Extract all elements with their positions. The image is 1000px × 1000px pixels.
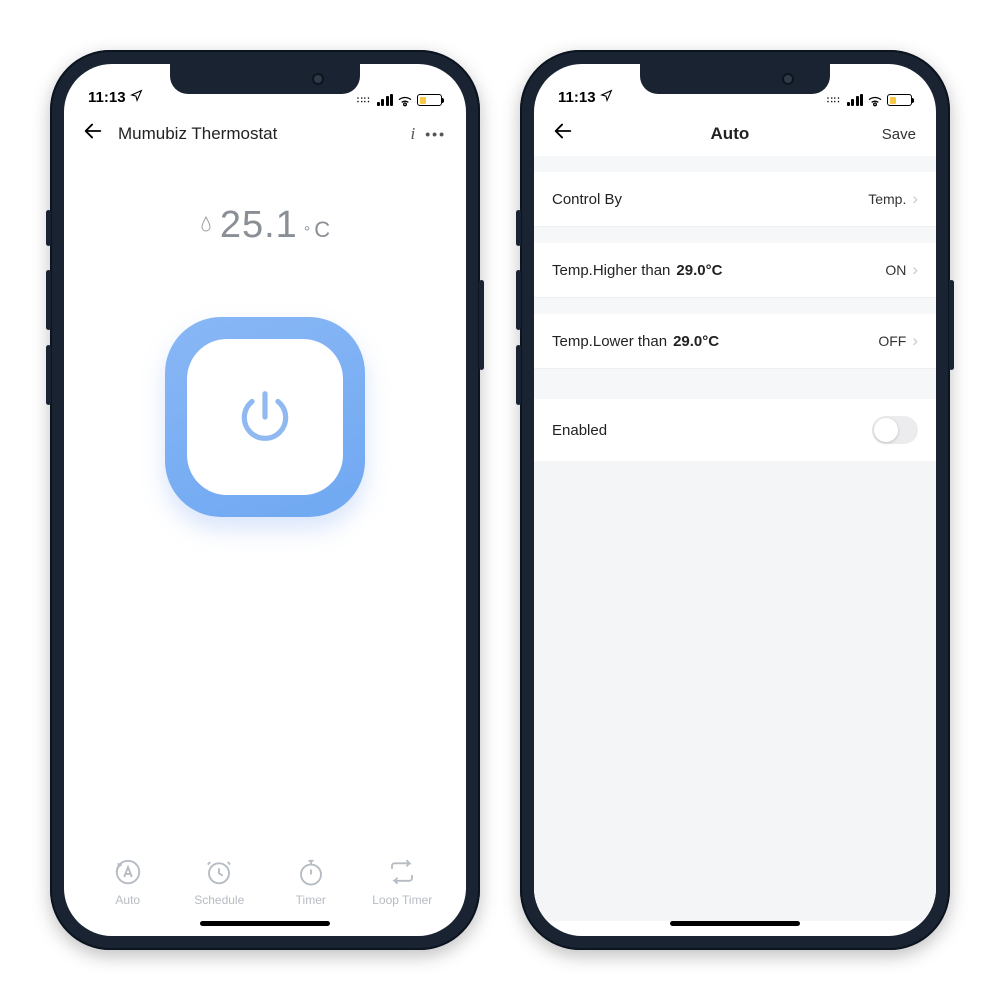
row-action: OFF <box>878 333 906 349</box>
row-label: Control By <box>552 191 868 208</box>
back-button[interactable] <box>82 120 108 148</box>
enabled-toggle[interactable] <box>872 416 918 444</box>
app-header: Auto Save <box>534 110 936 156</box>
chevron-right-icon: › <box>912 260 918 280</box>
nav-label: Auto <box>115 893 140 907</box>
stopwatch-icon <box>296 857 326 887</box>
wifi-icon <box>867 94 883 106</box>
humidity-icon <box>200 216 212 235</box>
row-enabled: Enabled <box>534 399 936 461</box>
row-action: ON <box>885 262 906 278</box>
battery-icon <box>887 94 912 106</box>
row-label: Temp.Lower than <box>552 333 667 350</box>
auto-icon <box>113 857 143 887</box>
dual-sim-icon: ∷∷ <box>357 96 370 105</box>
bottom-nav: Auto Schedule Timer Loop Timer <box>64 857 466 921</box>
cellular-icon <box>377 94 394 106</box>
nav-label: Timer <box>296 893 326 907</box>
status-time: 11:13 <box>558 89 596 106</box>
nav-auto[interactable]: Auto <box>93 857 163 907</box>
nav-schedule[interactable]: Schedule <box>184 857 254 907</box>
row-control-by[interactable]: Control By Temp. › <box>534 172 936 227</box>
power-icon <box>234 386 296 448</box>
row-temp-lower[interactable]: Temp.Lower than 29.0°C OFF › <box>534 314 936 369</box>
row-threshold: 29.0°C <box>676 262 722 279</box>
nav-timer[interactable]: Timer <box>276 857 346 907</box>
dual-sim-icon: ∷∷ <box>827 96 840 105</box>
row-label: Temp.Higher than <box>552 262 670 279</box>
row-threshold: 29.0°C <box>673 333 719 350</box>
nav-label: Schedule <box>194 893 244 907</box>
back-button[interactable] <box>552 120 578 148</box>
more-icon[interactable]: ••• <box>425 126 446 142</box>
loop-icon <box>387 857 417 887</box>
temperature-degree: ° <box>304 224 310 242</box>
status-time: 11:13 <box>88 89 126 106</box>
temperature-value: 25.1 <box>220 204 298 247</box>
nav-label: Loop Timer <box>372 893 432 907</box>
battery-icon <box>417 94 442 106</box>
temperature-display: 25.1 ° C <box>200 204 330 247</box>
row-value: Temp. <box>868 191 906 207</box>
row-temp-higher[interactable]: Temp.Higher than 29.0°C ON › <box>534 243 936 298</box>
phone-left: 11:13 ∷∷ Mumubiz Thermostat i ••• <box>50 50 480 950</box>
chevron-right-icon: › <box>912 331 918 351</box>
wifi-icon <box>397 94 413 106</box>
home-indicator[interactable] <box>200 921 330 926</box>
temperature-unit: C <box>314 217 330 243</box>
info-icon[interactable]: i <box>411 124 416 144</box>
phone-right: 11:13 ∷∷ Auto Save <box>520 50 950 950</box>
alarm-clock-icon <box>204 857 234 887</box>
cellular-icon <box>847 94 864 106</box>
page-title: Auto <box>588 124 872 144</box>
power-button[interactable] <box>165 317 365 517</box>
row-label: Enabled <box>552 422 872 439</box>
location-icon <box>600 89 613 106</box>
home-indicator[interactable] <box>670 921 800 926</box>
save-button[interactable]: Save <box>882 126 916 143</box>
page-title: Mumubiz Thermostat <box>118 124 387 144</box>
app-header: Mumubiz Thermostat i ••• <box>64 110 466 156</box>
chevron-right-icon: › <box>912 189 918 209</box>
nav-loop-timer[interactable]: Loop Timer <box>367 857 437 907</box>
location-icon <box>130 89 143 106</box>
